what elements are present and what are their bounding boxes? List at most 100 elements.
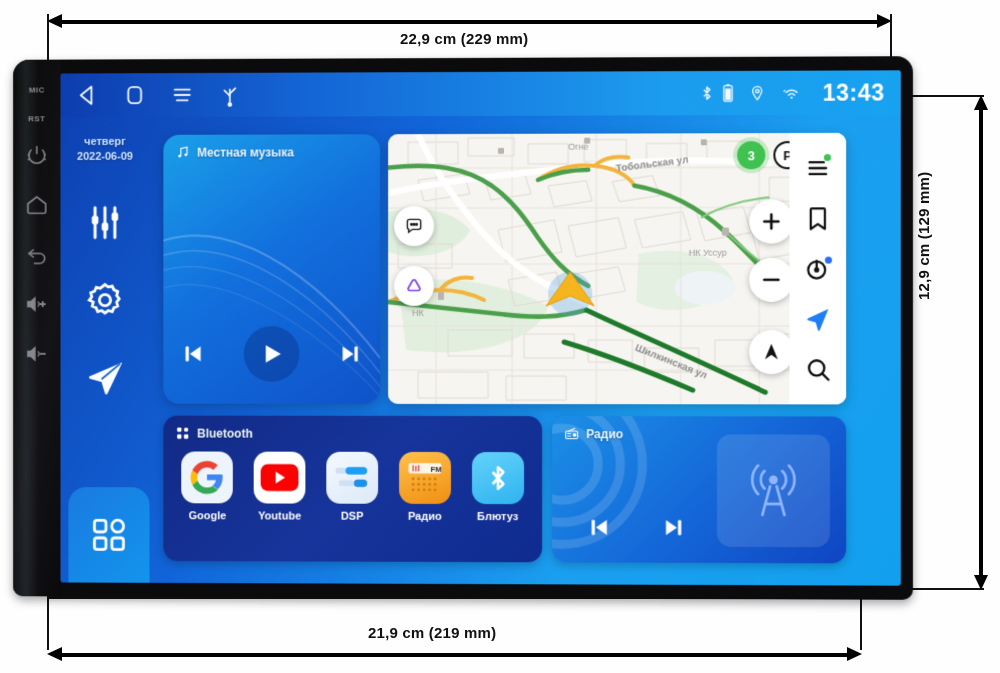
- radio-widget-title: Радио: [586, 426, 624, 441]
- right-dimension-arrow: [974, 95, 988, 590]
- usb-icon[interactable]: [217, 82, 243, 108]
- radio-tower-icon: [738, 456, 809, 526]
- back-icon[interactable]: [74, 82, 100, 108]
- bluetooth-icon: [471, 452, 524, 505]
- skip-next-icon: [343, 346, 359, 363]
- menu-badge-dot: [823, 154, 831, 162]
- settings-gear-icon[interactable]: [85, 280, 125, 320]
- radio-next-button[interactable]: [661, 515, 687, 541]
- top-dimension-label: 22,9 cm (229 mm): [400, 31, 529, 48]
- compass-arrow-icon: [764, 343, 778, 360]
- music-note-icon: [179, 147, 189, 159]
- map-toolbar: [789, 132, 847, 405]
- status-tray: 13:43: [697, 78, 885, 107]
- radio-station-tile[interactable]: [716, 434, 830, 548]
- music-widget-header: Местная музыка: [175, 144, 294, 159]
- radio-controls: [586, 514, 687, 540]
- poi-label: НК Уссур: [689, 248, 727, 258]
- navigation-arrow-icon: [807, 308, 829, 331]
- app-label: Блютуз: [477, 511, 519, 524]
- apps-dots-icon: [177, 427, 189, 439]
- play-button[interactable]: [243, 326, 300, 382]
- skip-next-icon: [666, 520, 682, 536]
- fm-radio-icon: FM: [398, 451, 451, 504]
- weekday-label: четверг: [84, 135, 126, 149]
- previous-track-button[interactable]: [180, 341, 206, 367]
- search-button[interactable]: [804, 355, 832, 383]
- menu-icon[interactable]: [169, 82, 195, 108]
- mic-label: MIC: [28, 85, 45, 95]
- radio-widget-header: Радио: [564, 426, 623, 441]
- apps-widget-title: Bluetooth: [197, 426, 253, 441]
- chat-bubble-icon: [407, 218, 422, 234]
- equalizer-icon[interactable]: [85, 203, 125, 243]
- volume-plus-icon[interactable]: [25, 292, 49, 316]
- map-widget[interactable]: Тобольская ул Шилкинская ул Огне НК Уссу…: [388, 132, 847, 405]
- location-icon: [748, 83, 766, 103]
- app-label: Радио: [407, 510, 442, 523]
- wifi-icon: [780, 83, 802, 103]
- skip-previous-icon: [591, 519, 607, 536]
- navigate-button[interactable]: [804, 305, 832, 333]
- top-left-extension-line: [47, 14, 49, 64]
- touchscreen: 13:43 четверг 2022-06-09 Местная музыка …: [60, 70, 901, 586]
- reset-label: RST: [28, 114, 46, 124]
- navigation-arrow-icon[interactable]: [85, 358, 125, 398]
- status-bar: 13:43: [60, 70, 901, 118]
- skip-previous-icon: [185, 346, 201, 362]
- app-dsp[interactable]: DSP: [322, 451, 382, 523]
- app-bluetooth[interactable]: Блютуз: [468, 452, 528, 523]
- radio-widget[interactable]: Радио: [552, 416, 847, 564]
- battery-icon: [722, 83, 734, 103]
- apps-row: Google Youtube DSP FM Радио Блютуз: [163, 451, 542, 523]
- right-dimension-label: 12,9 cm (129 mm): [916, 171, 933, 300]
- radio-icon: [564, 427, 579, 441]
- left-rail: четверг 2022-06-09: [60, 117, 150, 583]
- radio-previous-button[interactable]: [586, 514, 612, 540]
- traffic-badge[interactable]: 3: [737, 141, 766, 170]
- date-block: четверг 2022-06-09: [77, 135, 133, 165]
- bottom-left-extension-line: [47, 590, 49, 650]
- svg-text:FM: FM: [430, 464, 441, 473]
- power-icon[interactable]: [25, 143, 49, 167]
- next-track-button[interactable]: [337, 341, 363, 367]
- apps-widget-header: Bluetooth: [175, 426, 253, 441]
- app-radio[interactable]: FM Радио: [395, 451, 455, 523]
- app-label: DSP: [340, 510, 364, 523]
- bookmarks-button[interactable]: [804, 204, 832, 232]
- head-unit-device: MIC RST 13:43 четверг 2022-06-09 Местная…: [13, 56, 913, 600]
- poi-label: НК: [412, 308, 424, 318]
- back-arrow-icon[interactable]: [25, 243, 49, 267]
- search-icon: [804, 355, 832, 383]
- apps-widget: Bluetooth Google Youtube DSP FM Радио Бл…: [163, 415, 543, 563]
- hardware-bezel: MIC RST: [13, 59, 61, 597]
- apps-grid-icon: [89, 515, 129, 555]
- dsp-icon: [326, 451, 379, 504]
- music-widget-title: Местная музыка: [197, 144, 294, 160]
- compass-button[interactable]: [749, 330, 794, 375]
- alice-badge-dot: [824, 256, 832, 264]
- menu-button[interactable]: [804, 154, 832, 182]
- clock: 13:43: [822, 78, 885, 106]
- chat-button[interactable]: [394, 206, 435, 247]
- home-icon[interactable]: [122, 82, 148, 108]
- zoom-out-button[interactable]: [749, 257, 794, 302]
- app-drawer-button[interactable]: [68, 487, 150, 583]
- home-icon[interactable]: [25, 193, 49, 217]
- music-controls: [163, 326, 380, 382]
- app-google[interactable]: Google: [178, 451, 238, 522]
- alice-assistant-button[interactable]: [804, 255, 832, 283]
- layers-button[interactable]: [394, 266, 435, 307]
- zoom-in-button[interactable]: [749, 199, 794, 244]
- screenshot-root: 22,9 cm (229 mm) 21,9 cm (219 mm) 12,9 c…: [0, 0, 1000, 673]
- music-widget[interactable]: Местная музыка: [163, 134, 381, 404]
- google-icon: [181, 451, 234, 504]
- app-youtube[interactable]: Youtube: [250, 451, 310, 523]
- top-dimension-arrow: [47, 14, 892, 28]
- volume-minus-icon[interactable]: [25, 342, 49, 366]
- triangle-rounded-icon: [407, 279, 422, 292]
- app-label: Youtube: [258, 510, 302, 523]
- minus-icon: [759, 268, 783, 292]
- bottom-dimension-arrow: [47, 647, 862, 661]
- bluetooth-icon: [697, 83, 715, 103]
